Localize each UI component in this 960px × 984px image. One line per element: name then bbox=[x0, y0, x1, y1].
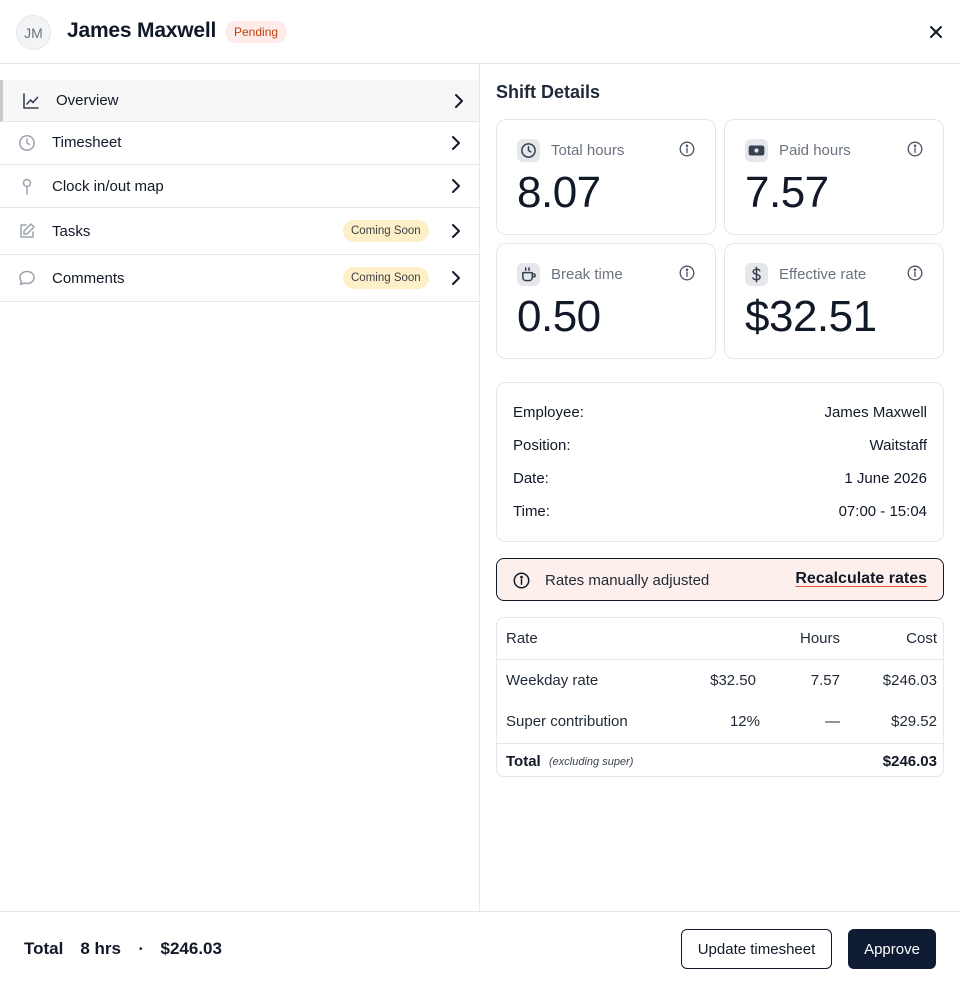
rates-table: Rate Hours Cost Weekday rate $32.50 7.57… bbox=[496, 617, 944, 777]
info-icon[interactable] bbox=[906, 264, 924, 282]
chevron-right-icon bbox=[448, 223, 464, 239]
detail-row-date: Date: 1 June 2026 bbox=[513, 470, 927, 490]
info-icon[interactable] bbox=[678, 140, 696, 158]
edit-icon bbox=[17, 221, 37, 241]
detail-key: Date: bbox=[513, 470, 549, 487]
banknote-icon bbox=[745, 139, 768, 162]
footer-amount: $246.03 bbox=[160, 939, 222, 958]
detail-value: 07:00 - 15:04 bbox=[838, 503, 927, 520]
detail-row-position: Position: Waitstaff bbox=[513, 437, 927, 457]
rate-cost: $246.03 bbox=[882, 672, 937, 689]
separator-dot: • bbox=[139, 943, 143, 955]
detail-value: Waitstaff bbox=[869, 437, 927, 454]
sidebar-item-comments[interactable]: Comments Coming Soon bbox=[0, 255, 479, 302]
alert-text: Rates manually adjusted bbox=[545, 572, 710, 589]
column-header-hours: Hours bbox=[799, 630, 840, 647]
status-badge: Pending bbox=[225, 21, 288, 43]
footer-hours: 8 hrs bbox=[80, 939, 121, 958]
stat-label: Paid hours bbox=[779, 142, 851, 159]
chat-bubble-icon bbox=[17, 268, 37, 288]
sidebar-item-label: Timesheet bbox=[52, 134, 122, 151]
info-icon bbox=[512, 571, 530, 589]
detail-value: James Maxwell bbox=[824, 404, 927, 421]
shift-details-panel: Shift Details Total hours 8.07 Paid hour… bbox=[480, 64, 960, 911]
sidebar-item-label: Tasks bbox=[52, 223, 91, 240]
rate-cost: $29.52 bbox=[891, 713, 937, 730]
total-note: (excluding super) bbox=[549, 756, 634, 768]
clock-icon bbox=[17, 133, 37, 153]
footer-total-label: Total bbox=[24, 939, 64, 958]
detail-row-employee: Employee: James Maxwell bbox=[513, 404, 927, 424]
sidebar-item-timesheet[interactable]: Timesheet bbox=[0, 122, 479, 165]
map-pin-icon bbox=[17, 176, 37, 196]
chevron-right-icon bbox=[448, 178, 464, 194]
dollar-icon bbox=[745, 263, 768, 286]
footer-summary: Total 8 hrs • $246.03 bbox=[24, 939, 222, 959]
rate-name: Super contribution bbox=[506, 713, 628, 730]
sidebar-item-label: Clock in/out map bbox=[52, 178, 164, 195]
stat-label: Effective rate bbox=[779, 266, 867, 283]
table-total-row: Total (excluding super) $246.03 bbox=[497, 743, 943, 776]
chevron-right-icon bbox=[451, 93, 467, 109]
stat-card-effective-rate: Effective rate $32.51 bbox=[724, 243, 944, 359]
rate-hours: 7.57 bbox=[810, 672, 840, 689]
section-title: Shift Details bbox=[496, 82, 601, 102]
info-icon[interactable] bbox=[906, 140, 924, 158]
sidebar-item-overview[interactable]: Overview bbox=[0, 80, 479, 122]
sidebar-item-label: Comments bbox=[52, 270, 125, 287]
detail-key: Time: bbox=[513, 503, 550, 520]
avatar: JM bbox=[16, 15, 51, 50]
stat-card-paid-hours: Paid hours 7.57 bbox=[724, 119, 944, 235]
rates-adjusted-alert: Rates manually adjusted Recalculate rate… bbox=[496, 558, 944, 601]
detail-row-time: Time: 07:00 - 15:04 bbox=[513, 503, 927, 523]
chevron-right-icon bbox=[448, 135, 464, 151]
coming-soon-badge: Coming Soon bbox=[343, 267, 429, 289]
sidebar-item-tasks[interactable]: Tasks Coming Soon bbox=[0, 208, 479, 255]
stat-value: 0.50 bbox=[517, 292, 601, 341]
table-row: Super contribution 12% — $29.52 bbox=[497, 713, 943, 733]
clock-icon bbox=[517, 139, 540, 162]
employee-name: James Maxwell bbox=[67, 19, 217, 42]
modal-header: JM James Maxwell Pending bbox=[0, 0, 960, 64]
stat-value: 8.07 bbox=[517, 168, 601, 217]
info-icon[interactable] bbox=[678, 264, 696, 282]
close-icon bbox=[930, 26, 942, 38]
stat-label: Break time bbox=[551, 266, 623, 283]
coming-soon-badge: Coming Soon bbox=[343, 220, 429, 242]
rate-value: $32.50 bbox=[710, 672, 756, 689]
column-header-cost: Cost bbox=[906, 630, 937, 647]
stat-value: $32.51 bbox=[745, 292, 877, 341]
table-header: Rate Hours Cost bbox=[497, 618, 943, 660]
sidebar-item-label: Overview bbox=[56, 92, 119, 109]
table-row: Weekday rate $32.50 7.57 $246.03 bbox=[497, 672, 943, 692]
coffee-cup-icon bbox=[517, 263, 540, 286]
recalculate-rates-link[interactable]: Recalculate rates bbox=[795, 570, 927, 588]
sidebar-item-clock-map[interactable]: Clock in/out map bbox=[0, 165, 479, 208]
update-timesheet-button[interactable]: Update timesheet bbox=[681, 929, 832, 969]
detail-value: 1 June 2026 bbox=[844, 470, 927, 487]
stat-label: Total hours bbox=[551, 142, 625, 159]
detail-key: Position: bbox=[513, 437, 571, 454]
stat-card-break-time: Break time 0.50 bbox=[496, 243, 716, 359]
chevron-right-icon bbox=[448, 270, 464, 286]
rate-hours: — bbox=[825, 713, 840, 730]
rate-value: 12% bbox=[729, 713, 760, 730]
shift-info-card: Employee: James Maxwell Position: Waitst… bbox=[496, 382, 944, 542]
footer: Total 8 hrs • $246.03 Update timesheet A… bbox=[0, 911, 960, 984]
detail-key: Employee: bbox=[513, 404, 584, 421]
close-button[interactable] bbox=[924, 20, 948, 44]
total-label: Total bbox=[506, 753, 541, 770]
total-cost: $246.03 bbox=[882, 753, 937, 770]
stat-card-total-hours: Total hours 8.07 bbox=[496, 119, 716, 235]
line-chart-icon bbox=[21, 91, 41, 111]
approve-button[interactable]: Approve bbox=[848, 929, 936, 969]
stat-value: 7.57 bbox=[745, 168, 829, 217]
sidebar: Overview Timesheet Clock in/out map Task… bbox=[0, 64, 480, 911]
column-header-rate: Rate bbox=[506, 630, 538, 647]
rate-name: Weekday rate bbox=[506, 672, 599, 689]
